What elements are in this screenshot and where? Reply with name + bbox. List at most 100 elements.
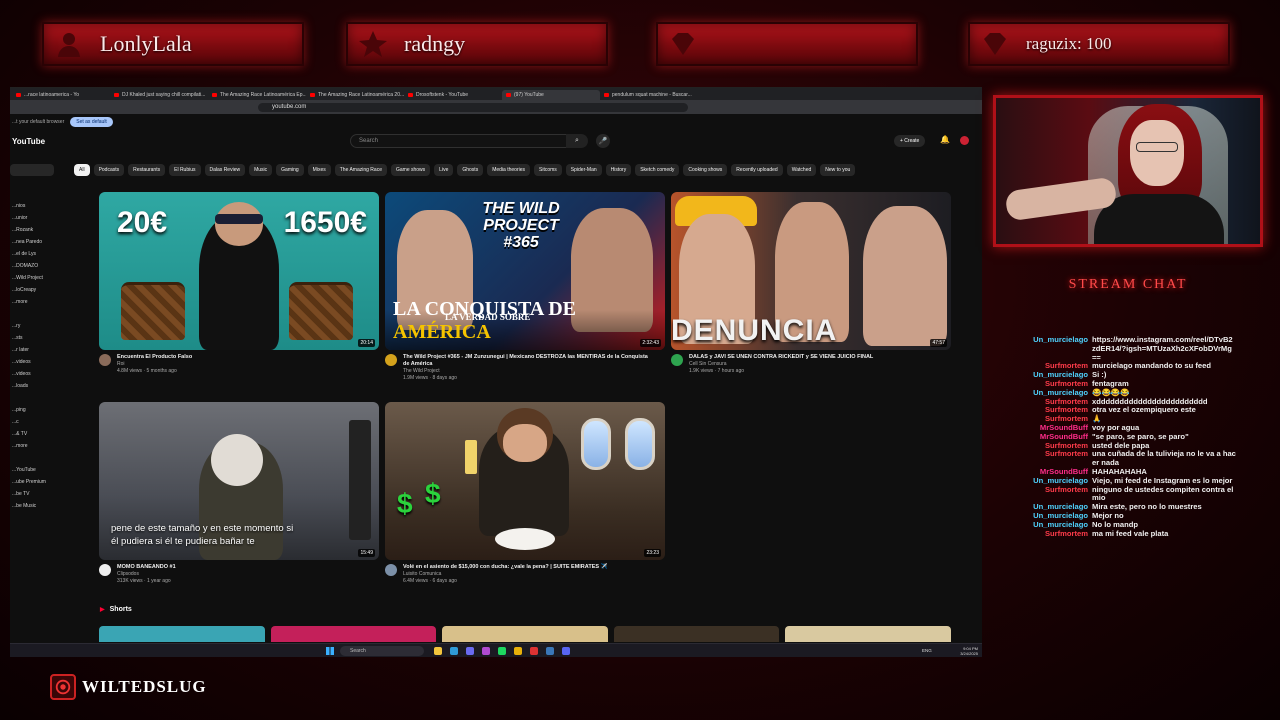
windows-start-icon[interactable] [326,647,334,655]
sidebar-item[interactable]: ...Rozank [10,224,70,236]
sidebar-item[interactable]: ...loads [10,380,70,392]
filter-chip[interactable]: History [605,164,632,176]
discord-icon[interactable] [562,647,570,655]
channel-name[interactable]: Cell Sin Censura [689,361,939,368]
video-title[interactable]: The Wild Project #365 - JM Zunzunegui | … [403,354,653,368]
filter-chip[interactable]: Spider-Man [565,164,602,176]
filter-chip[interactable]: Cooking shows [683,164,728,176]
filter-chip[interactable]: Gaming [276,164,304,176]
short-thumbnail[interactable] [613,626,780,642]
browser-tab[interactable]: The Amazing Race Latinoamérica 20... [306,90,404,100]
browser-tab-active[interactable]: (97) YouTube [502,90,600,100]
filter-chip[interactable]: Sketch comedy [635,164,680,176]
channel-avatar[interactable] [99,564,111,576]
youtube-logo[interactable]: YouTube [10,137,350,146]
app-icon[interactable] [466,647,474,655]
video-title[interactable]: Volé en el asiento de $15,000 con ducha:… [403,564,653,571]
sidebar-item[interactable]: ...sts [10,332,70,344]
channel-name[interactable]: Clipsodos [117,571,367,578]
sidebar-item[interactable] [10,176,70,188]
filter-chip[interactable]: Dalas Review [204,164,246,176]
channel-avatar[interactable] [99,354,111,366]
chrome-icon[interactable] [514,647,522,655]
filter-chip[interactable]: Game shows [390,164,431,176]
filter-chip[interactable]: Restaurants [128,164,166,176]
channel-name[interactable]: Luisito Comunica [403,571,653,578]
video-thumbnail[interactable]: THE WILD PROJECT #365 LA VERDAD SOBRE LA… [385,192,665,350]
sidebar-item[interactable] [10,392,70,404]
browser-tab[interactable]: The Amazing Race Latinoamérica Ep... [208,90,306,100]
video-card[interactable]: pene de este tamaño y en este momento si… [99,402,379,585]
sidebar-item[interactable]: ...nios [10,200,70,212]
browser-tab[interactable]: Drosoftstenk - YouTube [404,90,502,100]
video-title[interactable]: Encuentra El Producto Falso [117,354,367,361]
sidebar-item[interactable]: ...videos [10,368,70,380]
video-card[interactable]: 20€ 1650€ 20:14 Encuentra El Producto Fa… [99,192,379,375]
sidebar-item[interactable]: ...be TV [10,488,70,500]
avatar[interactable] [960,136,969,145]
browser-tab[interactable]: ...race latinoamerica - Yo [12,90,110,100]
sidebar-item[interactable]: ...loCreapy [10,284,70,296]
shorts-heading[interactable]: Shorts [100,606,132,613]
browser-tab[interactable]: pendulum squat machine - Buscar... [600,90,698,100]
sidebar-item[interactable]: ...& TV [10,428,70,440]
filter-chip[interactable]: El Rubius [169,164,201,176]
video-thumbnail[interactable]: pene de este tamaño y en este momento si… [99,402,379,560]
video-card[interactable]: THE WILD PROJECT #365 LA VERDAD SOBRE LA… [385,192,665,382]
channel-name[interactable]: The Wild Project [403,368,653,375]
spotify-icon[interactable] [498,647,506,655]
filter-chip[interactable]: Sitcoms [534,164,562,176]
filter-chip[interactable]: Podcasts [93,164,125,176]
taskbar-clock[interactable]: 9:04 PM 3/24/2025 [960,646,978,656]
taskbar-search[interactable]: Search [340,646,424,656]
language-indicator[interactable]: ENG [922,648,932,653]
set-default-button[interactable]: Set as default [70,117,113,127]
sidebar-item[interactable] [10,164,54,176]
create-button[interactable]: + Create [894,135,926,147]
sidebar-item[interactable]: ...unior [10,212,70,224]
sidebar-item[interactable]: ...Wild Project [10,272,70,284]
filter-chip[interactable]: Mixes [307,164,331,176]
filter-chip[interactable]: New to you [820,164,856,176]
sidebar-item[interactable]: ...r later [10,344,70,356]
short-thumbnail[interactable] [785,626,951,642]
filter-chip[interactable]: The Amazing Race [334,164,387,176]
sidebar-item[interactable]: ...DOMAZO [10,260,70,272]
short-thumbnail[interactable] [270,626,437,642]
sidebar-item[interactable]: ...c [10,416,70,428]
filter-chip[interactable]: Recently uploaded [731,164,783,176]
sidebar-item[interactable]: ...more [10,440,70,452]
search-icon[interactable]: ⌕ [566,134,588,148]
sidebar-item[interactable] [10,188,70,200]
microphone-icon[interactable]: 🎤 [596,134,610,148]
video-thumbnail[interactable]: 20€ 1650€ 20:14 [99,192,379,350]
filter-chip[interactable]: Media theories [487,164,530,176]
video-card[interactable]: DENUNCIA 47:57 DALAS y JAVI SE UNEN CONT… [671,192,951,375]
filter-chip[interactable]: Music [249,164,273,176]
video-thumbnail[interactable]: $ $ 23:23 [385,402,665,560]
sidebar-item[interactable]: ...videos [10,356,70,368]
channel-avatar[interactable] [671,354,683,366]
url-field[interactable]: youtube.com [258,102,688,112]
sidebar-item[interactable]: ...nea Paredo [10,236,70,248]
video-title[interactable]: MOMO BANEANDO #1 [117,564,367,571]
video-title[interactable]: DALAS y JAVI SE UNEN CONTRA RICKEDIT y S… [689,354,939,361]
search-input[interactable]: Search [350,134,586,148]
channel-avatar[interactable] [385,564,397,576]
filter-chip[interactable]: Ghosts [457,164,484,176]
sidebar-item[interactable]: ...YouTube [10,464,70,476]
filter-chip[interactable]: Watched [786,164,817,176]
short-thumbnail[interactable] [99,626,265,642]
steam-icon[interactable] [546,647,554,655]
filter-chip[interactable]: All [74,164,90,176]
app-icon[interactable] [530,647,538,655]
sidebar-item[interactable] [10,308,70,320]
sidebar-item[interactable]: ...el de Lys [10,248,70,260]
sidebar-item[interactable] [10,452,70,464]
channel-avatar[interactable] [385,354,397,366]
sidebar-item[interactable]: ...be Music [10,500,70,512]
sidebar-item[interactable]: ...ping [10,404,70,416]
video-thumbnail[interactable]: DENUNCIA 47:57 [671,192,951,350]
bell-icon[interactable]: 🔔 [940,135,950,144]
filter-chip[interactable]: Live [434,164,454,176]
